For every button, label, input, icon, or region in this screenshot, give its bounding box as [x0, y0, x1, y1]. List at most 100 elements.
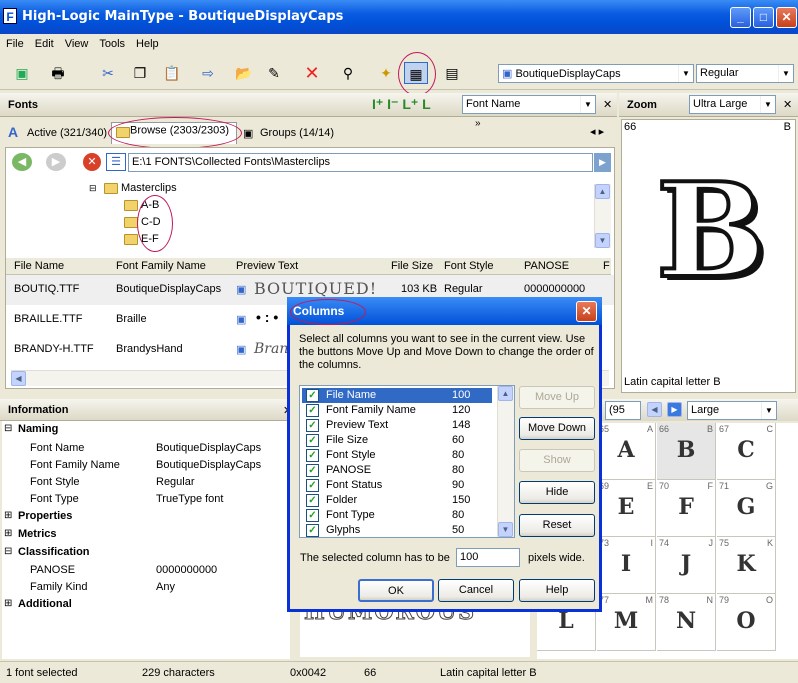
glyph-cell[interactable]: 73 I I [597, 537, 656, 594]
width-input[interactable]: 100 [456, 548, 520, 567]
glyph-cell[interactable]: 74 J J [657, 537, 716, 594]
reset-button[interactable]: Reset [519, 514, 595, 537]
font-combo[interactable]: ▣ BoutiqueDisplayCaps ▼ [498, 64, 694, 83]
checkbox-icon[interactable]: ✓ [306, 404, 319, 417]
find-icon[interactable]: ⚲ [336, 62, 360, 84]
sort-combo[interactable]: Font Name ▼ [462, 95, 596, 114]
column-list-item[interactable]: ✓ Folder 150 [302, 493, 492, 508]
zoom-size-combo[interactable]: Ultra Large ▼ [689, 95, 776, 114]
column-list-item[interactable]: ✓ Glyphs 50 [302, 523, 492, 538]
show-button[interactable]: Show [519, 449, 595, 472]
ok-button[interactable]: OK [358, 579, 434, 602]
edit-icon[interactable]: ✎ [262, 62, 286, 84]
glyph-cell[interactable]: 67 C C [717, 423, 776, 480]
style-combo[interactable]: Regular ▼ [696, 64, 794, 83]
checkbox-icon[interactable]: ✓ [306, 524, 319, 537]
back-icon[interactable]: ◀ [12, 153, 32, 171]
glyph-cell[interactable]: 70 F F [657, 480, 716, 537]
checkbox-icon[interactable]: ✓ [306, 449, 319, 462]
wizard-icon[interactable]: ✦ [374, 62, 398, 84]
checkbox-icon[interactable]: ✓ [306, 494, 319, 507]
glyph-cell[interactable]: 75 K K [717, 537, 776, 594]
section-additional[interactable]: Additional [18, 598, 72, 610]
install-font-icon[interactable]: ▣ [10, 62, 34, 84]
column-list-item[interactable]: ✓ Font Family Name 120 [302, 403, 492, 418]
close-panel-icon[interactable]: ✕ [783, 98, 792, 111]
col-file-name[interactable]: File Name [14, 260, 64, 272]
col-family-name[interactable]: Font Family Name [116, 260, 206, 272]
scroll-up-icon[interactable]: ▲ [595, 184, 610, 199]
menu-file[interactable]: File [0, 34, 29, 50]
scroll-left-icon[interactable]: ◀ [11, 371, 26, 386]
section-properties[interactable]: Properties [18, 510, 72, 522]
range-combo[interactable]: (95 [605, 401, 641, 420]
maximize-button[interactable]: □ [753, 7, 774, 28]
move-down-button[interactable]: Move Down [519, 417, 595, 440]
open-folder-icon[interactable]: 📂 [232, 62, 256, 84]
col-f[interactable]: F [603, 260, 610, 272]
section-metrics[interactable]: Metrics [18, 528, 57, 540]
glyph-cell[interactable]: 77 M M [597, 594, 656, 651]
menu-edit[interactable]: Edit [29, 34, 59, 50]
stop-icon[interactable]: ✕ [83, 153, 101, 171]
checkbox-icon[interactable]: ✓ [306, 434, 319, 447]
dialog-close-button[interactable]: ✕ [576, 301, 597, 322]
move-icon[interactable]: ⇨ [196, 62, 220, 84]
next-icon[interactable]: ▶ [667, 402, 682, 417]
glyph-cell[interactable]: 65 A A [597, 423, 656, 480]
checkbox-icon[interactable]: ✓ [306, 389, 319, 402]
menu-tools[interactable]: Tools [93, 34, 130, 50]
section-classification[interactable]: Classification [18, 546, 90, 558]
checkbox-icon[interactable]: ✓ [306, 479, 319, 492]
charmap-size-combo[interactable]: Large ▼ [687, 401, 777, 420]
delete-icon[interactable]: ✕ [300, 62, 324, 84]
expand-icon[interactable]: ⊞ [4, 510, 12, 521]
scroll-down-icon[interactable]: ▼ [595, 233, 610, 248]
close-button[interactable]: ✕ [776, 7, 797, 28]
column-list-item[interactable]: ✓ Font Style 80 [302, 448, 492, 463]
scroll-up-icon[interactable]: ▲ [498, 386, 513, 401]
expand-icon[interactable]: ⊞ [4, 598, 12, 609]
checkbox-icon[interactable]: ✓ [306, 464, 319, 477]
tree-scrollbar[interactable]: ▲ ▼ [594, 184, 611, 248]
menu-view[interactable]: View [59, 34, 94, 50]
menu-help[interactable]: Help [130, 34, 164, 50]
glyph-cell[interactable]: 79 O O [717, 594, 776, 651]
go-icon[interactable]: ▶ [594, 153, 611, 172]
col-panose[interactable]: PANOSE [524, 260, 569, 272]
cancel-button[interactable]: Cancel [438, 579, 514, 602]
forward-icon[interactable]: ▶ [46, 153, 66, 171]
col-preview[interactable]: Preview Text [236, 260, 298, 272]
add-filter-icon[interactable]: I⁺ I⁻ L⁺ L [372, 96, 431, 113]
section-naming[interactable]: Naming [18, 423, 58, 435]
help-button[interactable]: Help [519, 579, 595, 602]
close-panel-icon[interactable]: ✕ [603, 98, 612, 111]
minimize-button[interactable]: _ [730, 7, 751, 28]
tab-scroll-icon[interactable]: ◂ ▸ [590, 125, 604, 138]
prev-icon[interactable]: ◀ [647, 402, 662, 417]
collapse-icon[interactable]: ⊟ [4, 546, 12, 557]
print-icon[interactable]: 🖶 [46, 62, 70, 84]
scroll-down-icon[interactable]: ▼ [498, 522, 513, 537]
expand-icon[interactable]: ⊞ [4, 528, 12, 539]
column-list-item[interactable]: ✓ File Name 100 [302, 388, 492, 403]
paste-icon[interactable]: 📋 [160, 62, 184, 84]
hide-button[interactable]: Hide [519, 481, 595, 504]
col-font-style[interactable]: Font Style [444, 260, 494, 272]
path-field[interactable]: E:\1 FONTS\Collected Fonts\Masterclips [128, 153, 593, 172]
cut-icon[interactable]: ✂ [96, 62, 120, 84]
column-list-item[interactable]: ✓ PANOSE 80 [302, 463, 492, 478]
collapse-icon[interactable]: ⊟ [89, 183, 97, 194]
glyph-cell[interactable]: 66 B B [657, 423, 716, 480]
tab-active[interactable]: Active (321/340) [27, 127, 107, 139]
properties-icon[interactable]: ▤ [440, 62, 464, 84]
move-up-button[interactable]: Move Up [519, 386, 595, 409]
glyph-cell[interactable]: 71 G G [717, 480, 776, 537]
tab-groups[interactable]: Groups (14/14) [260, 127, 334, 139]
columns-scrollbar[interactable]: ▲ ▼ [497, 386, 514, 537]
glyph-cell[interactable]: 69 E E [597, 480, 656, 537]
column-list-item[interactable]: ✓ File Size 60 [302, 433, 492, 448]
collapse-icon[interactable]: ⊟ [4, 423, 12, 434]
column-list-item[interactable]: ✓ Preview Text 148 [302, 418, 492, 433]
col-file-size[interactable]: File Size [391, 260, 433, 272]
